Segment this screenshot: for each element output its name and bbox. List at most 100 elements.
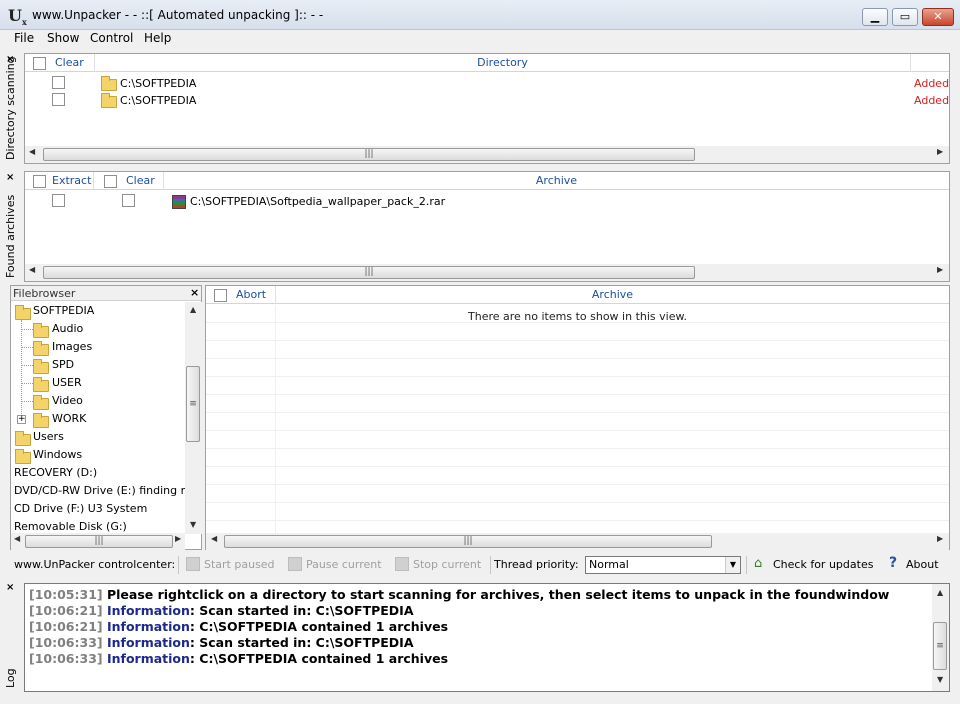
- folder-icon: [33, 377, 49, 392]
- drive-cd[interactable]: CD Drive (F:) U3 System: [14, 502, 147, 515]
- maximize-button[interactable]: ▭: [892, 8, 918, 26]
- tree-item-label: WORK: [52, 412, 87, 425]
- filebrowser-vscrollbar[interactable]: ▲ ≡ ▼: [185, 302, 202, 534]
- extract-header[interactable]: Extract: [52, 172, 94, 190]
- help-icon: ?: [889, 555, 898, 571]
- directory-column-header[interactable]: Directory: [95, 54, 911, 72]
- scroll-thumb[interactable]: |||: [25, 535, 173, 548]
- unpack-archive-header[interactable]: Archive: [276, 286, 949, 304]
- scroll-down-arrow-icon[interactable]: ▼: [190, 520, 196, 529]
- scroll-left-arrow-icon[interactable]: ◀: [14, 534, 20, 543]
- grid-row: [206, 341, 949, 359]
- scroll-right-arrow-icon[interactable]: ▶: [937, 534, 943, 543]
- clear-select-all-checkbox[interactable]: [104, 175, 117, 188]
- directory-path: C:\SOFTPEDIA: [120, 94, 197, 107]
- abort-header[interactable]: Abort: [236, 286, 276, 304]
- folder-icon: [33, 413, 49, 428]
- scroll-right-arrow-icon[interactable]: ▶: [175, 534, 181, 543]
- folder-icon: [101, 76, 117, 91]
- grid-row: [206, 449, 949, 467]
- directory-row-checkbox[interactable]: [52, 93, 65, 106]
- close-log-panel-icon[interactable]: ×: [6, 582, 14, 593]
- close-archives-panel-icon[interactable]: ×: [6, 172, 14, 183]
- grid-row: [206, 431, 949, 449]
- scroll-up-arrow-icon[interactable]: ▲: [190, 305, 196, 314]
- log-vscrollbar[interactable]: ▲ ≡ ▼: [932, 584, 949, 691]
- grid-row: [206, 359, 949, 377]
- extract-select-all-checkbox[interactable]: [33, 175, 46, 188]
- scroll-thumb[interactable]: ≡: [186, 366, 200, 442]
- scroll-down-arrow-icon[interactable]: ▼: [937, 675, 943, 684]
- thread-priority-value: Normal: [589, 558, 629, 571]
- close-filebrowser-icon[interactable]: ×: [190, 286, 199, 299]
- menu-control[interactable]: Control: [90, 31, 133, 45]
- archives-hscrollbar[interactable]: ◀ ||| ▶: [25, 264, 949, 281]
- scroll-left-arrow-icon[interactable]: ◀: [29, 147, 35, 156]
- about-label: About: [906, 558, 939, 571]
- tree-item-label: Windows: [33, 448, 83, 461]
- filebrowser-titlebar: Filebrowser ×: [11, 286, 201, 301]
- app-icon: Ux: [8, 6, 27, 28]
- dropdown-arrow-icon[interactable]: ▼: [725, 557, 740, 573]
- tree-item-label: SOFTPEDIA: [33, 304, 95, 317]
- close-button[interactable]: ✕: [922, 8, 954, 26]
- start-paused-label: Start paused: [204, 558, 275, 571]
- scroll-up-arrow-icon[interactable]: ▲: [937, 588, 943, 597]
- tree-item-label: Images: [52, 340, 93, 353]
- archives-panel: Extract Clear Archive C:\SOFTPEDIA\Softp…: [24, 171, 950, 282]
- menu-show[interactable]: Show: [47, 31, 79, 45]
- log-line: [10:06:33] Information: Scan started in:…: [29, 635, 414, 650]
- folder-icon: [33, 359, 49, 374]
- directory-hscrollbar[interactable]: ◀ ||| ▶: [25, 146, 949, 163]
- start-icon: [186, 557, 200, 571]
- tree-item-label: Audio: [52, 322, 84, 335]
- drive-dvd[interactable]: DVD/CD-RW Drive (E:) finding ne: [14, 484, 186, 497]
- scroll-thumb[interactable]: |||: [43, 148, 695, 161]
- drive-removable[interactable]: Removable Disk (G:): [14, 520, 127, 533]
- minimize-button[interactable]: ▁: [862, 8, 888, 26]
- stop-icon: [395, 557, 409, 571]
- directory-clear-header[interactable]: Clear: [55, 54, 95, 72]
- unpack-list-hscrollbar[interactable]: ◀ ||| ▶: [206, 533, 949, 550]
- archives-clear-header[interactable]: Clear: [126, 172, 164, 190]
- archive-column-header[interactable]: Archive: [164, 172, 949, 190]
- folder-icon: [15, 431, 31, 446]
- expand-icon[interactable]: +: [17, 415, 26, 424]
- scroll-right-arrow-icon[interactable]: ▶: [937, 265, 943, 274]
- grid-row: [206, 413, 949, 431]
- menu-help[interactable]: Help: [144, 31, 171, 45]
- filebrowser-hscrollbar[interactable]: ◀ ||| ▶: [11, 533, 185, 550]
- log-line: [10:06:21] Information: C:\SOFTPEDIA con…: [29, 619, 449, 634]
- folder-icon: [33, 395, 49, 410]
- grid-row: [206, 467, 949, 485]
- thread-priority-select[interactable]: Normal ▼: [585, 556, 741, 574]
- scroll-right-arrow-icon[interactable]: ▶: [937, 147, 943, 156]
- directory-row-checkbox[interactable]: [52, 76, 65, 89]
- scroll-left-arrow-icon[interactable]: ◀: [211, 534, 217, 543]
- folder-icon: [33, 341, 49, 356]
- grid-row: [206, 377, 949, 395]
- directory-status: Added: [914, 94, 950, 107]
- folder-icon: [101, 93, 117, 108]
- directory-select-all-checkbox[interactable]: [33, 57, 46, 70]
- tree-item-label: USER: [52, 376, 82, 389]
- scroll-thumb[interactable]: |||: [43, 266, 695, 279]
- abort-select-all-checkbox[interactable]: [214, 289, 227, 302]
- controlcenter-label: www.UnPacker controlcenter:: [14, 558, 176, 571]
- menu-file[interactable]: File: [14, 31, 34, 45]
- tree-line: [21, 320, 22, 420]
- scroll-thumb[interactable]: ≡: [933, 622, 947, 670]
- drive-recovery[interactable]: RECOVERY (D:): [14, 466, 97, 479]
- log-line: [10:06:21] Information: Scan started in:…: [29, 603, 414, 618]
- clear-checkbox[interactable]: [122, 194, 135, 207]
- found-archives-label: Found archives: [4, 194, 17, 278]
- extract-checkbox[interactable]: [52, 194, 65, 207]
- check-updates-label: Check for updates: [773, 558, 874, 571]
- scroll-thumb[interactable]: |||: [224, 535, 712, 548]
- scroll-left-arrow-icon[interactable]: ◀: [29, 265, 35, 274]
- log-side-tab: × Log: [0, 580, 22, 692]
- filebrowser-panel: Filebrowser × + SOFTPEDIA Audio Images S…: [10, 285, 202, 550]
- archives-side-tab: × Found archives: [0, 170, 22, 282]
- archive-path: C:\SOFTPEDIA\Softpedia_wallpaper_pack_2.…: [190, 195, 446, 208]
- directory-scanning-label: Directory scanning: [4, 56, 17, 160]
